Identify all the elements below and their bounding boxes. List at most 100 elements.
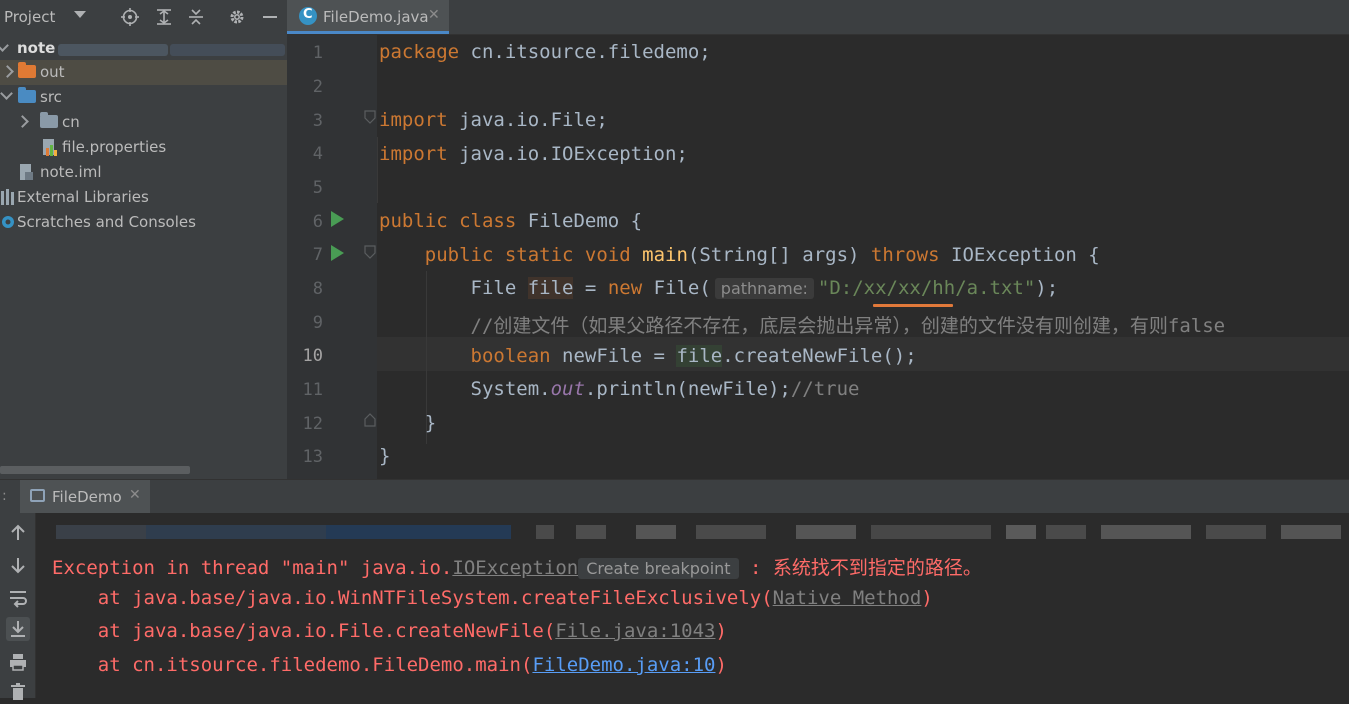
tree-item-external-libraries[interactable]: External Libraries	[0, 185, 287, 210]
folder-icon	[18, 62, 36, 78]
indent-guide	[377, 137, 378, 203]
tree-item-scratches[interactable]: Scratches and Consoles	[0, 210, 287, 235]
horizontal-scrollbar[interactable]	[0, 466, 190, 474]
chevron-right-icon[interactable]	[1, 65, 14, 78]
project-view-selector[interactable]: Project	[4, 8, 55, 26]
chevron-down-icon[interactable]	[74, 11, 86, 18]
create-breakpoint-hint[interactable]: Create breakpoint	[578, 558, 739, 579]
line-number: 1	[312, 43, 323, 63]
line-number: 4	[312, 144, 323, 164]
editor-tab-bar: FileDemo.java ✕	[287, 0, 1349, 35]
code-line-6: public class FileDemo {	[379, 210, 643, 232]
chevron-down-icon[interactable]	[0, 39, 9, 52]
run-main-icon[interactable]	[331, 245, 344, 261]
arrow-up-icon[interactable]	[6, 521, 30, 545]
line-number: 5	[312, 178, 323, 198]
tab-filedemo-java[interactable]: FileDemo.java ✕	[287, 0, 449, 34]
scroll-to-end-icon[interactable]	[6, 617, 30, 641]
module-file-icon	[20, 164, 33, 180]
trash-icon[interactable]	[6, 680, 30, 704]
project-toolbar: Project	[0, 0, 287, 34]
java-class-icon	[299, 7, 317, 25]
stack-frame-link[interactable]: Native Method	[773, 587, 922, 609]
redacted-command-line	[536, 525, 554, 539]
package-icon	[40, 112, 58, 128]
tree-item-out[interactable]: out	[0, 60, 287, 85]
line-number: 11	[302, 380, 323, 400]
fold-marker-icon[interactable]	[364, 110, 376, 124]
run-tab-filedemo[interactable]: FileDemo ✕	[20, 480, 150, 513]
redacted-command-line	[696, 525, 766, 539]
run-config-icon	[30, 489, 45, 502]
stack-frame-link[interactable]: FileDemo.java:10	[532, 654, 715, 676]
properties-file-icon	[43, 139, 57, 156]
console-line-stack-3: at cn.itsource.filedemo.FileDemo.main(Fi…	[52, 654, 727, 676]
redacted-command-line	[1046, 525, 1086, 539]
editor-gutter: 1 2 3 4 5 6 7 8 9 10 11 12 13	[287, 35, 377, 479]
tree-item-note[interactable]: note	[0, 36, 287, 61]
redacted-command-line	[146, 525, 326, 539]
code-line-8: File file = new File(pathname: "D:/xx/xx/…	[470, 277, 1059, 299]
redacted-path	[170, 44, 285, 56]
collapse-all-icon[interactable]	[187, 8, 205, 26]
fold-end-marker-icon[interactable]	[364, 413, 376, 427]
tree-item-src[interactable]: src	[0, 85, 287, 110]
stack-frame-link[interactable]: File.java:1043	[555, 620, 715, 642]
parameter-hint: pathname:	[714, 278, 814, 299]
warning-underline	[873, 304, 953, 307]
soft-wrap-icon[interactable]	[6, 586, 30, 610]
code-line-7: public static void main(String[] args) t…	[424, 244, 1100, 266]
chevron-right-icon[interactable]	[16, 115, 29, 128]
redacted-command-line	[326, 525, 511, 539]
line-number: 3	[312, 111, 323, 131]
expand-all-icon[interactable]	[155, 8, 173, 26]
console-output[interactable]: Exception in thread "main" java.io.IOExc…	[36, 513, 1349, 698]
code-line-13: }	[379, 445, 391, 467]
exception-class-link[interactable]: IOException	[452, 557, 578, 579]
line-number: 9	[312, 313, 323, 333]
redacted-command-line	[1101, 525, 1191, 539]
run-class-icon[interactable]	[331, 211, 344, 227]
code-line-12: }	[424, 412, 437, 434]
hide-panel-icon[interactable]	[261, 8, 279, 26]
redacted-command-line	[576, 525, 606, 539]
run-side-toolbar	[0, 513, 36, 700]
source-folder-icon	[18, 87, 36, 103]
code-line-1: package cn.itsource.filedemo;	[379, 41, 711, 63]
redacted-command-line	[1006, 525, 1036, 539]
line-number: 6	[312, 212, 323, 232]
code-line-3: import java.io.File;	[379, 109, 608, 131]
close-tab-icon[interactable]: ✕	[129, 487, 141, 503]
print-icon[interactable]	[6, 650, 30, 674]
line-number: 2	[312, 77, 323, 97]
fold-marker-icon[interactable]	[364, 245, 376, 259]
redacted-command-line	[1281, 525, 1341, 539]
code-line-9: //创建文件（如果父路径不存在，底层会抛出异常），创建的文件没有则创建，有则fa…	[470, 315, 1226, 337]
redacted-command-line	[1206, 525, 1266, 539]
tree-item-file-properties[interactable]: file.properties	[0, 135, 287, 160]
code-editor[interactable]: 1 2 3 4 5 6 7 8 9 10 11 12 13 package cn…	[287, 35, 1349, 479]
line-number: 12	[302, 414, 323, 434]
locate-target-icon[interactable]	[121, 8, 139, 26]
code-line-4: import java.io.IOException;	[379, 143, 688, 165]
libraries-icon	[1, 189, 14, 205]
close-tab-icon[interactable]: ✕	[428, 7, 440, 23]
run-label-fragment: :	[2, 488, 7, 504]
code-line-10: boolean newFile = file.createNewFile();	[470, 345, 917, 367]
redacted-command-line	[636, 525, 676, 539]
run-tool-window-header: : FileDemo ✕	[0, 479, 1349, 513]
gear-icon[interactable]	[228, 8, 246, 26]
line-number: 13	[302, 447, 323, 467]
console-line-exception: Exception in thread "main" java.io.IOExc…	[52, 557, 982, 579]
arrow-down-icon[interactable]	[6, 553, 30, 577]
tree-item-note-iml[interactable]: note.iml	[0, 160, 287, 185]
line-number: 10	[302, 346, 323, 366]
console-line-stack-2: at java.base/java.io.File.createNewFile(…	[52, 620, 727, 642]
scratches-icon	[2, 216, 14, 228]
tree-item-cn[interactable]: cn	[0, 110, 287, 135]
redacted-path	[58, 44, 168, 56]
chevron-down-icon[interactable]	[0, 87, 13, 100]
line-number: 8	[312, 279, 323, 299]
redacted-command-line	[56, 525, 146, 539]
redacted-command-line	[796, 525, 856, 539]
